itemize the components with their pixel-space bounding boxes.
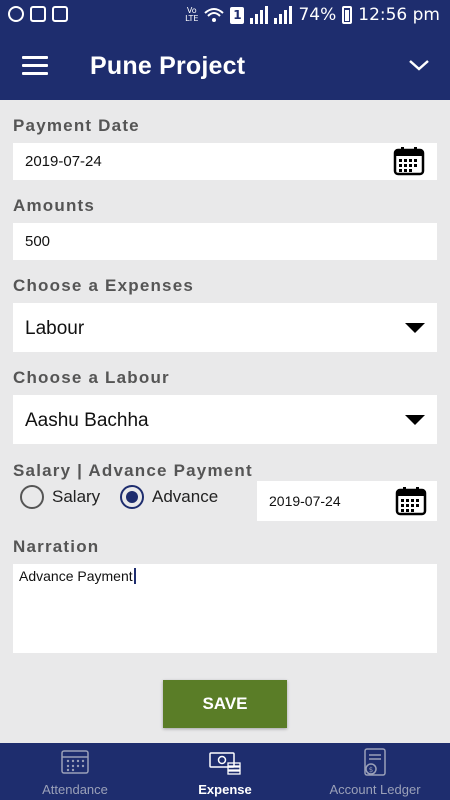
hamburger-menu-icon[interactable]	[22, 56, 48, 76]
narration-label: Narration	[13, 537, 100, 556]
expense-value: Labour	[25, 318, 85, 339]
labour-label: Choose a Labour	[13, 368, 170, 387]
nav-account-ledger-label: Account Ledger	[329, 782, 421, 797]
advance-radio[interactable]: Advance	[120, 485, 218, 509]
dropdown-arrow-icon	[405, 323, 425, 333]
bottom-navigation: Attendance Expense $ Account Ledger	[0, 743, 450, 800]
sync-icon	[8, 6, 24, 22]
svg-text:$: $	[369, 766, 373, 774]
dropdown-arrow-icon	[405, 415, 425, 425]
battery-icon	[342, 6, 353, 24]
radio-unchecked-icon	[20, 485, 44, 509]
calendar-icon[interactable]	[395, 486, 427, 516]
expense-label: Choose a Expenses	[13, 276, 195, 295]
volte-icon: Vo LTE	[185, 6, 199, 23]
advance-date-field[interactable]: 2019-07-24	[257, 481, 437, 521]
advance-date-value: 2019-07-24	[269, 493, 341, 509]
labour-value: Aashu Bachha	[25, 410, 149, 431]
sim-badge: 1	[230, 6, 245, 24]
nav-expense-label: Expense	[198, 782, 252, 797]
nav-account-ledger[interactable]: $ Account Ledger	[300, 743, 450, 800]
calendar-icon[interactable]	[393, 146, 425, 176]
expense-dropdown[interactable]: Labour	[13, 303, 437, 352]
wifi-icon	[204, 8, 225, 22]
salary-radio[interactable]: Salary	[20, 485, 100, 509]
amount-label: Amounts	[13, 196, 96, 215]
signal-icon-2	[274, 6, 293, 24]
amount-value: 500	[25, 233, 51, 250]
page-title: Pune Project	[90, 52, 246, 80]
status-indicators: Vo LTE 1 74% 12:56 pm	[185, 5, 440, 25]
radio-checked-icon	[120, 485, 144, 509]
gallery-icon	[30, 6, 46, 22]
battery-percent: 74%	[298, 5, 337, 25]
amount-input[interactable]: 500	[13, 223, 437, 260]
salary-radio-label: Salary	[52, 487, 101, 506]
status-bar: Vo LTE 1 74% 12:56 pm	[0, 0, 450, 32]
notification-icons	[8, 6, 68, 22]
narration-textarea[interactable]: Advance Payment	[13, 564, 437, 653]
signal-icon	[250, 6, 269, 24]
cash-icon	[209, 752, 241, 775]
narration-value: Advance Payment	[19, 568, 136, 584]
nav-attendance-label: Attendance	[42, 782, 108, 797]
nav-expense[interactable]: Expense	[150, 743, 300, 800]
nav-attendance[interactable]: Attendance	[0, 743, 150, 800]
payment-date-label: Payment Date	[13, 116, 140, 135]
chevron-down-icon[interactable]	[408, 56, 430, 74]
payment-date-field[interactable]: 2019-07-24	[13, 143, 437, 180]
labour-dropdown[interactable]: Aashu Bachha	[13, 395, 437, 444]
payment-date-value: 2019-07-24	[25, 153, 102, 170]
calendar-grid-icon	[61, 750, 89, 774]
ledger-icon: $	[364, 748, 386, 776]
save-button[interactable]: SAVE	[163, 680, 287, 728]
photo-icon	[52, 6, 68, 22]
advance-radio-label: Advance	[152, 487, 219, 506]
app-bar: Pune Project	[0, 32, 450, 100]
salary-advance-label: Salary | Advance Payment	[13, 461, 253, 480]
clock: 12:56 pm	[358, 5, 440, 25]
